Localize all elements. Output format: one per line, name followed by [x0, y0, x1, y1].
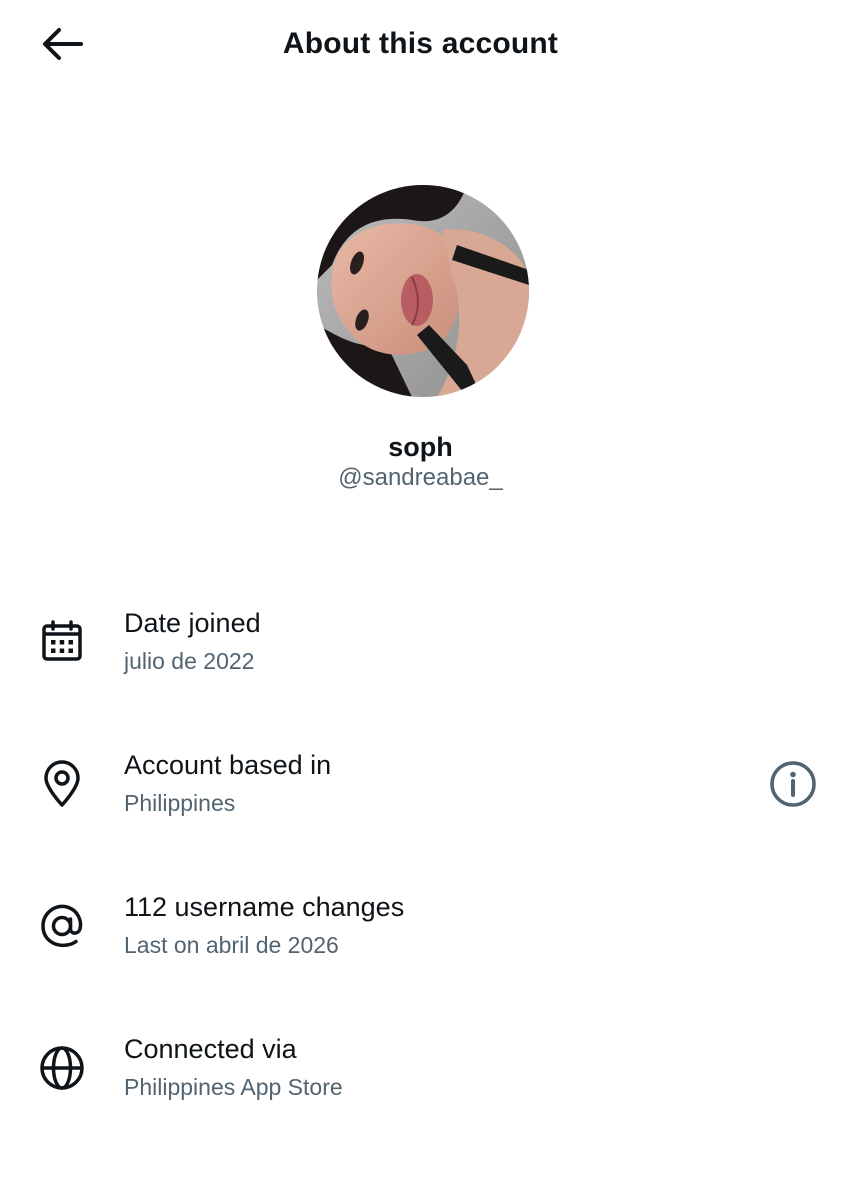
info-icon — [770, 761, 816, 807]
globe-icon — [36, 1042, 88, 1094]
at-sign-icon — [36, 900, 88, 952]
row-subtitle: julio de 2022 — [124, 648, 255, 674]
page-title: About this account — [282, 27, 559, 60]
row-subtitle: Last on abril de 2026 — [124, 932, 339, 958]
calendar-icon — [36, 615, 88, 667]
row-title: Connected via — [124, 1034, 297, 1064]
info-row-username-changes: 112 username changes Last on abril de 20… — [0, 884, 841, 974]
location-pin-icon — [36, 758, 88, 810]
info-row-account-based-in: Account based in Philippines — [0, 742, 841, 832]
display-name: soph — [388, 432, 453, 462]
top-bar: About this account — [0, 0, 841, 88]
info-row-connected-via: Connected via Philippines App Store — [0, 1026, 841, 1116]
info-button[interactable] — [766, 757, 820, 811]
info-row-date-joined: Date joined julio de 2022 — [0, 600, 841, 690]
username-handle: @sandreabae_ — [338, 464, 503, 491]
row-subtitle: Philippines App Store — [124, 1074, 343, 1100]
row-title: Date joined — [124, 608, 261, 638]
row-subtitle: Philippines — [124, 790, 236, 816]
row-title: 112 username changes — [124, 892, 405, 922]
avatar[interactable] — [317, 185, 529, 397]
row-title: Account based in — [124, 750, 332, 780]
